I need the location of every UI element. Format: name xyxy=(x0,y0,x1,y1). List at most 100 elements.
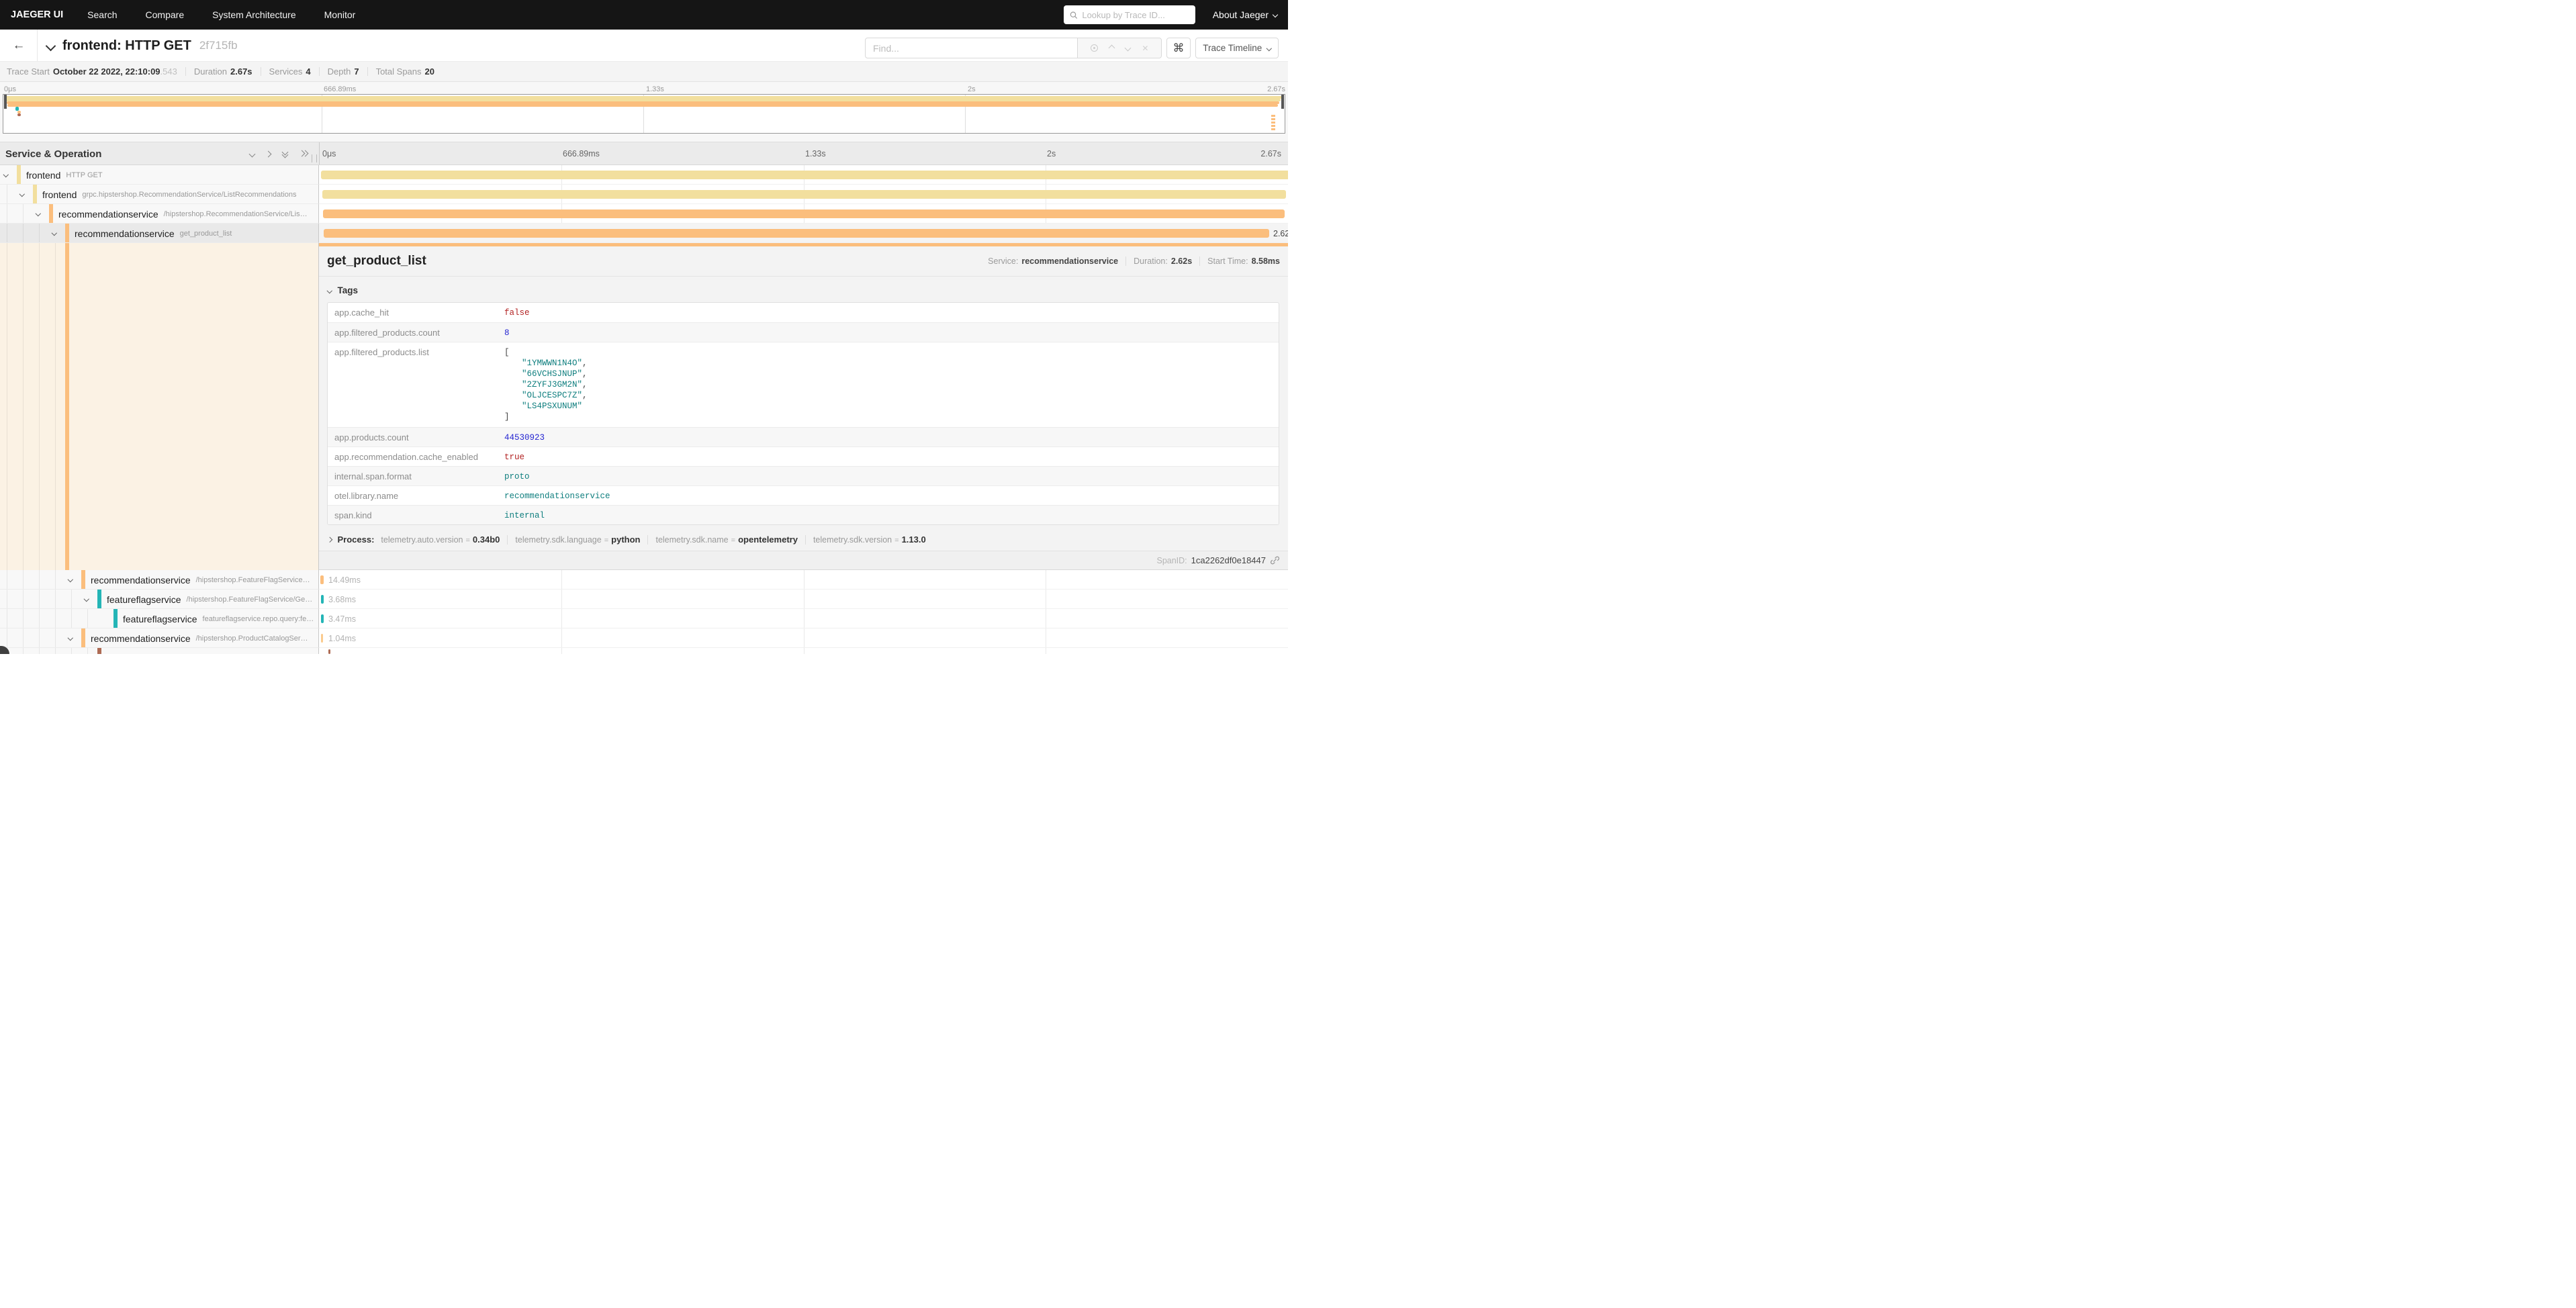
trace-summary-bar: Trace Start October 22 2022, 22:10:09.54… xyxy=(0,62,1288,82)
detail-start-time: 8.58ms xyxy=(1252,256,1280,266)
services-value: 4 xyxy=(306,66,310,77)
collapse-chevron-icon[interactable] xyxy=(3,172,9,177)
span-bar[interactable] xyxy=(321,614,324,623)
detail-service: recommendationservice xyxy=(1021,256,1118,266)
minimap-left-handle[interactable] xyxy=(4,95,7,109)
span-bar[interactable] xyxy=(321,634,323,643)
tag-row[interactable]: app.recommendation.cache_enabled true xyxy=(328,447,1279,466)
search-icon xyxy=(1070,11,1078,19)
span-row-partial[interactable] xyxy=(0,648,1288,654)
tag-row[interactable]: internal.span.format proto xyxy=(328,466,1279,485)
span-color-bar xyxy=(65,243,69,570)
duration-value: 2.67s xyxy=(230,66,252,77)
trace-collapse-chevron-icon[interactable] xyxy=(46,40,56,51)
process-section-toggle[interactable]: Process: telemetry.auto.version=0.34b0 t… xyxy=(328,534,926,545)
chevron-down-icon xyxy=(1273,12,1278,17)
span-id-footer: SpanID: 1ca2262df0e18447 xyxy=(319,551,1288,569)
span-row-frontend-http-get[interactable]: frontendHTTP GET xyxy=(0,165,1288,185)
span-rows: frontendHTTP GET frontendgrpc.hipstersho… xyxy=(0,165,1288,654)
expand-one-icon[interactable] xyxy=(265,150,272,157)
span-row-featureflagservice-grpc[interactable]: featureflagservice/hipstershop.FeatureFl… xyxy=(0,590,1288,609)
span-detail-title: get_product_list xyxy=(327,254,426,269)
tag-row[interactable]: app.filtered_products.count 8 xyxy=(328,322,1279,342)
span-row-frontend-grpc[interactable]: frontendgrpc.hipstershop.RecommendationS… xyxy=(0,185,1288,204)
span-row-featureflagservice-repo-query[interactable]: featureflagservicefeatureflagservice.rep… xyxy=(0,609,1288,628)
chevron-right-icon xyxy=(327,537,332,543)
span-bar[interactable] xyxy=(320,575,324,584)
tags-section-toggle[interactable]: Tags xyxy=(328,285,358,295)
span-bar[interactable] xyxy=(321,171,1288,179)
next-match-icon[interactable] xyxy=(1125,46,1130,50)
prev-match-icon[interactable] xyxy=(1109,46,1114,50)
tag-row[interactable]: span.kind internal xyxy=(328,505,1279,524)
span-bar[interactable] xyxy=(323,209,1285,218)
trace-minimap: 0μs 666.89ms 1.33s 2s 2.67s xyxy=(0,82,1288,142)
collapse-one-icon[interactable] xyxy=(249,150,256,157)
trace-id-lookup-input[interactable] xyxy=(1082,10,1189,20)
back-arrow-icon[interactable]: ← xyxy=(7,30,31,62)
find-bar: ✕ xyxy=(865,38,1162,58)
nav-item-system-architecture[interactable]: System Architecture xyxy=(212,9,296,20)
tag-row[interactable]: app.cache_hit false xyxy=(328,303,1279,322)
minimap-span-end2 xyxy=(1271,118,1275,120)
tag-row[interactable]: otel.library.name recommendationservice xyxy=(328,485,1279,505)
minimap-span-end3 xyxy=(1271,122,1275,124)
chevron-down-icon xyxy=(1267,46,1272,51)
jaeger-trace-page: JAEGER UI Search Compare System Architec… xyxy=(0,0,1288,654)
locate-icon[interactable] xyxy=(1091,44,1098,52)
top-nav: JAEGER UI Search Compare System Architec… xyxy=(0,0,1288,30)
nav-item-search[interactable]: Search xyxy=(87,9,117,20)
trace-start-label: Trace Start xyxy=(7,66,50,77)
trace-view-selector[interactable]: Trace Timeline xyxy=(1195,38,1279,58)
span-bar[interactable] xyxy=(322,190,1286,199)
minimap-canvas[interactable] xyxy=(3,94,1285,134)
find-input[interactable] xyxy=(873,43,1070,54)
tag-row[interactable]: app.filtered_products.list ["1YMWWN1N4O"… xyxy=(328,342,1279,427)
collapse-chevron-icon[interactable] xyxy=(52,230,57,236)
tags-table: app.cache_hit false app.filtered_product… xyxy=(327,302,1279,525)
minimap-span-end5 xyxy=(1271,128,1275,130)
minimap-span-cat xyxy=(17,113,21,116)
span-row-reco-featureflagservice[interactable]: recommendationservice/hipstershop.Featur… xyxy=(0,570,1288,590)
nav-item-monitor[interactable]: Monitor xyxy=(324,9,356,20)
span-detail-panel: get_product_list Service:recommendations… xyxy=(319,243,1288,570)
collapse-chevron-icon[interactable] xyxy=(19,191,25,197)
tag-row[interactable]: app.products.count 44530923 xyxy=(328,427,1279,447)
keyboard-shortcuts-button[interactable]: ⌘ xyxy=(1166,38,1191,58)
minimap-right-handle[interactable] xyxy=(1281,95,1284,109)
expand-all-icon[interactable] xyxy=(300,150,307,158)
collapse-chevron-icon[interactable] xyxy=(36,211,41,216)
command-icon: ⌘ xyxy=(1173,42,1185,55)
chevron-down-icon xyxy=(327,288,332,293)
span-row-reco-listrecommendations[interactable]: recommendationservice/hipstershop.Recomm… xyxy=(0,204,1288,224)
column-resize-grip[interactable] xyxy=(312,154,317,162)
span-bar[interactable] xyxy=(321,595,324,604)
app-logo[interactable]: JAEGER UI xyxy=(11,9,63,20)
tag-value-list: ["1YMWWN1N4O","66VCHSJNUP","2ZYFJ3GM2N",… xyxy=(504,342,1279,422)
minimap-span-end1 xyxy=(1271,115,1275,117)
nav-item-compare[interactable]: Compare xyxy=(146,9,185,20)
span-row-reco-productcatalog[interactable]: recommendationservice/hipstershop.Produc… xyxy=(0,628,1288,648)
total-spans-value: 20 xyxy=(425,66,434,77)
clear-find-icon[interactable]: ✕ xyxy=(1142,44,1148,53)
span-duration-label: 2.62s xyxy=(1273,224,1288,243)
minimap-span-reco2 xyxy=(7,104,1278,107)
minimap-span-end4 xyxy=(1271,125,1275,127)
link-icon[interactable] xyxy=(1270,555,1280,565)
detail-duration: 2.62s xyxy=(1171,256,1192,266)
service-operation-header: Service & Operation xyxy=(5,142,101,165)
collapse-chevron-icon[interactable] xyxy=(68,635,73,641)
span-detail-indent xyxy=(0,243,319,570)
collapse-chevron-icon[interactable] xyxy=(68,577,73,582)
collapse-all-icon[interactable] xyxy=(282,150,289,158)
about-jaeger-menu[interactable]: About Jaeger xyxy=(1213,9,1277,20)
column-divider[interactable] xyxy=(319,142,320,165)
span-bar[interactable] xyxy=(328,649,330,654)
span-detail-row: get_product_list Service:recommendations… xyxy=(0,243,1288,570)
trace-id-short: 2f715fb xyxy=(199,39,238,52)
trace-id-lookup[interactable] xyxy=(1064,5,1195,24)
timeline-column-header: Service & Operation 0μs 666.89ms 1.33s 2… xyxy=(0,142,1288,165)
span-row-get-product-list[interactable]: recommendationserviceget_product_list 2.… xyxy=(0,224,1288,243)
span-bar[interactable] xyxy=(324,229,1269,238)
collapse-chevron-icon[interactable] xyxy=(84,596,89,602)
